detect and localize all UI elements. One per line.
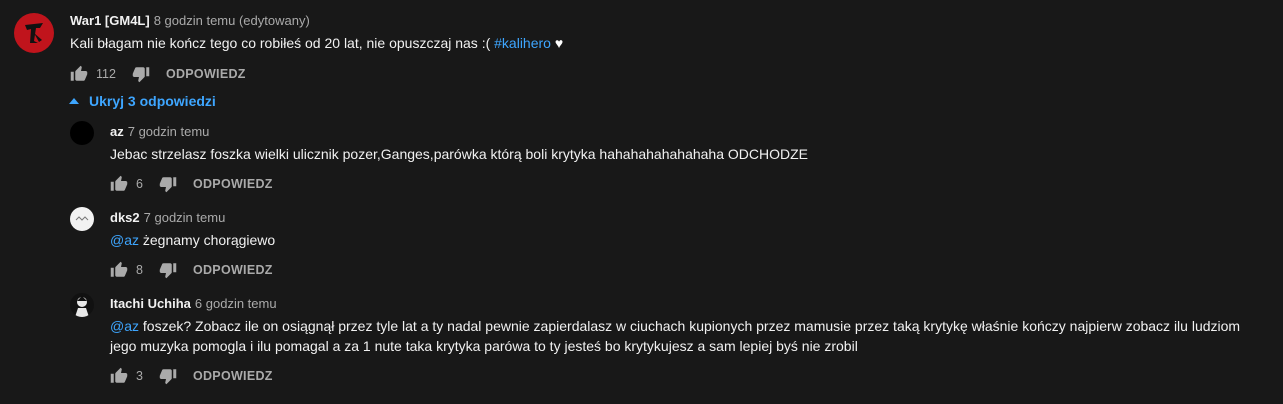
like-count: 8 — [136, 263, 143, 277]
thumb-up-icon[interactable] — [110, 175, 128, 193]
thumb-up-icon[interactable] — [70, 65, 88, 83]
avatar[interactable] — [70, 293, 94, 317]
avatar[interactable] — [70, 207, 94, 231]
author-name[interactable]: az — [110, 124, 124, 139]
comment-text: @az żegnamy chorągiewo — [110, 230, 1263, 250]
avatar-logo-icon — [25, 23, 43, 43]
timestamp[interactable]: 7 godzin temu — [144, 210, 226, 225]
author-name[interactable]: War1 [GM4L] — [70, 13, 150, 28]
comment-text-body: Kali błagam nie kończ tego co robiłeś od… — [70, 35, 495, 51]
hashtag-link[interactable]: #kalihero — [494, 35, 551, 51]
comment-text-body: foszek? Zobacz ile on osiągnął przez tyl… — [110, 318, 1241, 354]
comment-header: dks2 7 godzin temu — [110, 210, 225, 225]
comment-text: Jebac strzelasz foszka wielki ulicznik p… — [110, 144, 1263, 164]
comment-text: @az foszek? Zobacz ile on osiągnął przez… — [110, 316, 1250, 356]
thumb-up-icon[interactable] — [110, 367, 128, 385]
thumb-down-icon[interactable] — [159, 367, 177, 385]
comment-header: Itachi Uchiha 6 godzin temu — [110, 296, 277, 311]
hide-replies-label: Ukryj 3 odpowiedzi — [89, 93, 216, 109]
reply-button[interactable]: ODPOWIEDZ — [193, 369, 273, 383]
comment-text-body: Jebac strzelasz foszka wielki ulicznik p… — [110, 146, 809, 162]
author-name[interactable]: dks2 — [110, 210, 140, 225]
timestamp[interactable]: 7 godzin temu — [128, 124, 210, 139]
hide-replies-button[interactable]: Ukryj 3 odpowiedzi — [69, 93, 216, 109]
thumb-up-icon[interactable] — [110, 261, 128, 279]
comment-actions: 8 ODPOWIEDZ — [110, 261, 273, 279]
comment-actions: 3 ODPOWIEDZ — [110, 367, 273, 385]
avatar[interactable] — [14, 13, 54, 53]
timestamp[interactable]: 8 godzin temu (edytowany) — [154, 13, 310, 28]
heart-icon: ♥ — [554, 35, 564, 51]
caret-up-icon — [69, 98, 79, 104]
timestamp[interactable]: 6 godzin temu — [195, 296, 277, 311]
reply-button[interactable]: ODPOWIEDZ — [193, 177, 273, 191]
reply-button[interactable]: ODPOWIEDZ — [166, 67, 246, 81]
comment-header: az 7 godzin temu — [110, 124, 209, 139]
avatar-character-icon — [75, 296, 89, 317]
comment-text-body: żegnamy chorągiewo — [139, 232, 276, 248]
thumb-down-icon[interactable] — [159, 261, 177, 279]
avatar[interactable] — [70, 121, 94, 145]
comment-text: Kali błagam nie kończ tego co robiłeś od… — [70, 33, 1263, 53]
reply-button[interactable]: ODPOWIEDZ — [193, 263, 273, 277]
like-count: 6 — [136, 177, 143, 191]
mention-link[interactable]: @az — [110, 318, 139, 334]
like-count: 112 — [96, 67, 116, 81]
mention-link[interactable]: @az — [110, 232, 139, 248]
like-count: 3 — [136, 369, 143, 383]
comment-header: War1 [GM4L] 8 godzin temu (edytowany) — [70, 13, 310, 28]
comment-actions: 112 ODPOWIEDZ — [70, 65, 246, 83]
thumb-down-icon[interactable] — [159, 175, 177, 193]
author-name[interactable]: Itachi Uchiha — [110, 296, 191, 311]
comment-actions: 6 ODPOWIEDZ — [110, 175, 273, 193]
avatar-doodle-icon — [75, 216, 89, 221]
thumb-down-icon[interactable] — [132, 65, 150, 83]
